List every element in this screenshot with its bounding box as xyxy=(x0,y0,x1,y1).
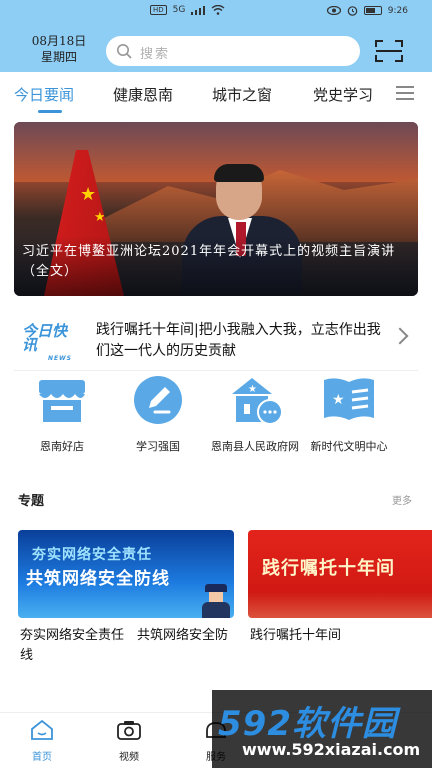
news-flash-logo-text: 今日快讯 xyxy=(22,322,68,354)
signal-label: 5G xyxy=(172,5,186,15)
network-indicators: HD 5G xyxy=(150,5,225,15)
quick-link-label: 新时代文明中心 xyxy=(310,440,388,453)
quick-link-civilization[interactable]: ★ 新时代文明中心 xyxy=(304,374,394,455)
date-display: 08月18日 星期四 xyxy=(24,33,94,65)
svg-text:★: ★ xyxy=(248,384,257,395)
hero-banner[interactable]: ★ ★ ★ ★ 习近平在博鳌亚洲论坛2021年年会开幕式上的视频主旨演讲（全文） xyxy=(14,122,418,296)
menu-icon[interactable] xyxy=(396,86,414,102)
quick-link-label: 恩南县人民政府网 xyxy=(211,440,299,453)
news-flash[interactable]: 今日快讯 NEWS 践行嘱托十年间|把小我融入大我，立志作出我们这一代人的历史贡… xyxy=(14,316,418,364)
chevron-right-icon[interactable] xyxy=(391,327,409,345)
quick-link-government[interactable]: ★ 恩南县人民政府网 xyxy=(210,374,300,455)
eye-icon xyxy=(326,6,341,15)
card-banner-line1: 夯实网络安全责任 xyxy=(32,547,152,563)
tab-today-news[interactable]: 今日要闻 xyxy=(14,84,74,105)
news-flash-headline: 践行嘱托十年间|把小我融入大我，立志作出我们这一代人的历史贡献 xyxy=(96,322,381,359)
weekday-text: 星期四 xyxy=(40,50,77,64)
nav-label: 首页 xyxy=(32,752,52,763)
special-card-ten-years[interactable]: 践行嘱托十年间 xyxy=(248,530,432,618)
search-icon xyxy=(117,44,132,59)
quick-link-shop[interactable]: 恩南好店 xyxy=(17,374,107,455)
special-card-caption[interactable]: 夯实网络安全责任 共筑网络安全防线 xyxy=(20,626,240,666)
svg-text:★: ★ xyxy=(332,392,345,408)
active-tab-indicator xyxy=(38,110,62,113)
storefront-icon xyxy=(39,380,85,422)
government-building-icon: ★ xyxy=(232,378,283,425)
section-title: 专题 xyxy=(18,494,45,509)
special-card-caption[interactable]: 践行嘱托十年间 xyxy=(250,626,430,646)
card-wave-decor xyxy=(248,592,432,618)
police-figure-icon xyxy=(202,584,230,618)
more-link[interactable]: 更多 xyxy=(392,492,412,507)
hero-caption: 习近平在博鳌亚洲论坛2021年年会开幕式上的视频主旨演讲（全文） xyxy=(22,244,396,279)
category-tabs: 今日要闻 健康恩南 城市之窗 党史学习 xyxy=(0,78,432,114)
signal-icon xyxy=(191,5,206,15)
tab-health[interactable]: 健康恩南 xyxy=(113,84,173,105)
quick-links: 恩南好店 学习强国 ★ 恩南县人民政府网 ★ 新时代文明中心 xyxy=(0,374,432,474)
watermark-url: www.592xiazai.com xyxy=(242,740,421,759)
book-star-icon: ★ xyxy=(324,378,374,420)
date-text: 08月18日 xyxy=(31,34,87,48)
nav-home[interactable]: 首页 xyxy=(22,719,62,763)
card-banner-title: 践行嘱托十年间 xyxy=(262,558,395,579)
tab-city-window[interactable]: 城市之窗 xyxy=(212,84,272,105)
nav-label: 视频 xyxy=(119,752,139,763)
search-input[interactable]: 搜索 xyxy=(106,36,360,66)
card-banner-line2: 共筑网络安全防线 xyxy=(26,569,170,589)
network-badge: HD xyxy=(150,5,167,15)
camera-icon xyxy=(117,721,141,740)
special-card-cybersecurity[interactable]: 夯实网络安全责任 共筑网络安全防线 xyxy=(18,530,234,618)
scan-icon[interactable] xyxy=(374,38,404,64)
watermark-brand: 592软件园 xyxy=(218,704,397,744)
tabs-fade xyxy=(372,78,392,114)
alarm-icon xyxy=(347,6,358,16)
battery-icon xyxy=(363,6,382,15)
nav-video[interactable]: 视频 xyxy=(109,719,149,763)
clock-text: 9:26 xyxy=(387,5,408,16)
status-bar: HD 5G 9:26 xyxy=(0,0,432,20)
quick-link-label: 恩南好店 xyxy=(40,440,84,453)
wifi-icon xyxy=(211,5,225,15)
top-header: HD 5G 9:26 08月18日 星期四 搜索 xyxy=(0,0,432,72)
search-placeholder: 搜索 xyxy=(140,47,171,62)
divider xyxy=(14,370,418,371)
news-flash-logo-sub: NEWS xyxy=(47,355,72,362)
home-icon xyxy=(31,719,53,740)
watermark: 592软件园 www.592xiazai.com xyxy=(212,690,432,768)
news-flash-logo: 今日快讯 NEWS xyxy=(22,322,72,363)
quick-link-study[interactable]: 学习强国 xyxy=(113,374,203,455)
tab-party-history[interactable]: 党史学习 xyxy=(313,84,373,105)
quick-link-label: 学习强国 xyxy=(136,440,180,453)
status-right: 9:26 xyxy=(326,5,408,16)
pen-icon xyxy=(134,376,182,424)
